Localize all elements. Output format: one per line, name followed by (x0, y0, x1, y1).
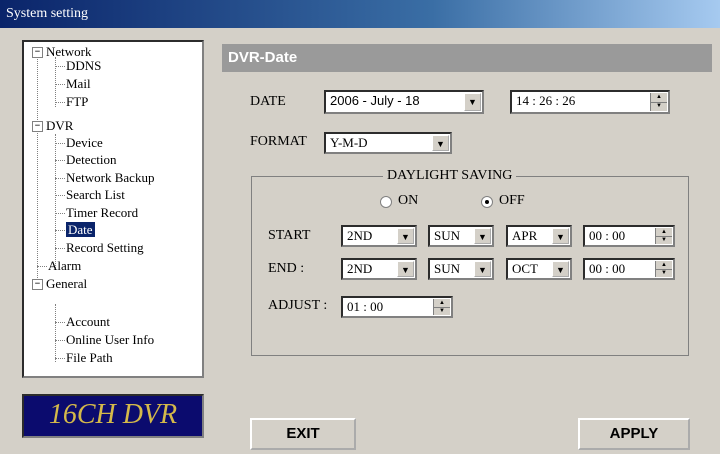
tree-line (55, 304, 56, 362)
tree-item-timer-record[interactable]: Timer Record (66, 205, 138, 220)
end-month-value: OCT (512, 261, 538, 276)
panel-title-text: DVR-Date (228, 49, 298, 66)
spinner[interactable]: ▲ ▼ (655, 261, 672, 277)
tree-branch (55, 102, 65, 103)
spinner[interactable]: ▲ ▼ (655, 228, 672, 244)
tree-branch (55, 340, 65, 341)
tree-item-alarm[interactable]: Alarm (48, 258, 81, 273)
format-select[interactable]: Y-M-D ▼ (324, 132, 452, 154)
tree-item-mail[interactable]: Mail (66, 76, 91, 91)
start-label: START (268, 228, 311, 243)
tree-branch (55, 230, 65, 231)
dst-on-radio[interactable] (380, 196, 392, 208)
tree-item-general[interactable]: General (46, 276, 87, 291)
chevron-down-icon[interactable]: ▼ (552, 228, 569, 244)
start-time-field[interactable]: 00 : 00 ▲ ▼ (583, 225, 675, 247)
format-value: Y-M-D (330, 135, 368, 150)
tree-branch (55, 143, 65, 144)
format-label: FORMAT (250, 134, 307, 149)
end-week-value: 2ND (347, 261, 373, 276)
end-time-field[interactable]: 00 : 00 ▲ ▼ (583, 258, 675, 280)
start-time-value: 00 : 00 (589, 228, 626, 243)
chevron-down-icon[interactable]: ▼ (397, 228, 414, 244)
tree-item-dvr[interactable]: DVR (46, 118, 73, 133)
panel-title: DVR-Date (222, 44, 712, 72)
tree-item-detection[interactable]: Detection (66, 152, 117, 167)
window-title-bar: System setting (0, 0, 720, 28)
adjust-field[interactable]: 01 : 00 ▲ ▼ (341, 296, 453, 318)
date-label: DATE (250, 94, 286, 109)
start-week-select[interactable]: 2ND ▼ (341, 225, 417, 247)
tree-line (55, 57, 56, 107)
spin-down-icon[interactable]: ▼ (656, 236, 672, 244)
tree-branch (55, 66, 65, 67)
daylight-saving-title: DAYLIGHT SAVING (383, 168, 517, 184)
tree-item-search-list[interactable]: Search List (66, 187, 125, 202)
settings-tree[interactable]: − Network DDNS Mail FTP − DVR Device Det… (22, 40, 204, 378)
adjust-label: ADJUST : (268, 298, 328, 313)
spinner[interactable]: ▲ ▼ (433, 299, 450, 315)
tree-item-device[interactable]: Device (66, 135, 103, 150)
tree-branch (55, 358, 65, 359)
dvr-logo-text: 16CH DVR (48, 399, 178, 430)
tree-item-file-path[interactable]: File Path (66, 350, 113, 365)
end-time-value: 00 : 00 (589, 261, 626, 276)
tree-item-online-user-info[interactable]: Online User Info (66, 332, 154, 347)
end-label: END : (268, 261, 305, 276)
dvr-logo: 16CH DVR (22, 394, 204, 438)
end-day-value: SUN (434, 261, 461, 276)
tree-branch (55, 213, 65, 214)
tree-item-network[interactable]: Network (46, 44, 92, 59)
tree-line (55, 134, 56, 270)
chevron-down-icon[interactable]: ▼ (397, 261, 414, 277)
start-month-select[interactable]: APR ▼ (506, 225, 572, 247)
tree-branch (55, 322, 65, 323)
tree-item-network-backup[interactable]: Network Backup (66, 170, 154, 185)
start-day-value: SUN (434, 228, 461, 243)
end-month-select[interactable]: OCT ▼ (506, 258, 572, 280)
end-day-select[interactable]: SUN ▼ (428, 258, 494, 280)
tree-line (37, 127, 38, 284)
tree-branch (55, 84, 65, 85)
chevron-down-icon[interactable]: ▼ (474, 228, 491, 244)
time-field[interactable]: 14 : 26 : 26 ▲ ▼ (510, 90, 670, 114)
time-spinner[interactable]: ▲ ▼ (650, 93, 667, 111)
chevron-down-icon[interactable]: ▼ (464, 93, 481, 111)
start-month-value: APR (512, 228, 538, 243)
tree-item-date[interactable]: Date (66, 222, 95, 237)
end-week-select[interactable]: 2ND ▼ (341, 258, 417, 280)
dst-on-label: ON (398, 193, 419, 208)
tree-line (37, 54, 38, 128)
tree-branch (55, 195, 65, 196)
collapse-icon[interactable]: − (32, 279, 43, 290)
collapse-icon[interactable]: − (32, 121, 43, 132)
dst-off-label: OFF (499, 193, 525, 208)
spin-down-icon[interactable]: ▼ (434, 307, 450, 315)
adjust-value: 01 : 00 (347, 299, 384, 314)
start-week-value: 2ND (347, 228, 373, 243)
exit-button[interactable]: EXIT (250, 418, 356, 450)
date-value: 2006 - July - 18 (330, 93, 420, 108)
tree-branch (55, 160, 65, 161)
main-area: − Network DDNS Mail FTP − DVR Device Det… (0, 28, 720, 454)
date-select[interactable]: 2006 - July - 18 ▼ (324, 90, 484, 114)
tree-item-ftp[interactable]: FTP (66, 94, 88, 109)
time-value: 14 : 26 : 26 (516, 93, 576, 108)
tree-item-record-setting[interactable]: Record Setting (66, 240, 144, 255)
window-title: System setting (6, 6, 89, 21)
collapse-icon[interactable]: − (32, 47, 43, 58)
start-day-select[interactable]: SUN ▼ (428, 225, 494, 247)
chevron-down-icon[interactable]: ▼ (552, 261, 569, 277)
chevron-down-icon[interactable]: ▼ (474, 261, 491, 277)
tree-item-ddns[interactable]: DDNS (66, 58, 101, 73)
spin-down-icon[interactable]: ▼ (656, 269, 672, 277)
tree-branch (55, 178, 65, 179)
chevron-down-icon[interactable]: ▼ (432, 135, 449, 151)
tree-branch (37, 266, 47, 267)
dst-off-radio[interactable] (481, 196, 493, 208)
tree-branch (55, 248, 65, 249)
apply-button[interactable]: APPLY (578, 418, 690, 450)
tree-item-account[interactable]: Account (66, 314, 110, 329)
spin-down-icon[interactable]: ▼ (651, 102, 667, 111)
